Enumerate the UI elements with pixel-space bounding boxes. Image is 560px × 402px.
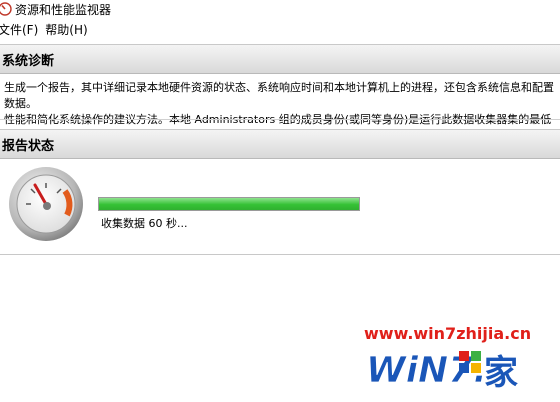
progress-status-text: 收集数据 60 秒... <box>101 217 188 230</box>
svg-text:家: 家 <box>484 353 518 390</box>
menu-file[interactable]: 文件(F) <box>0 21 45 38</box>
progress-bar <box>98 197 360 211</box>
report-status-header[interactable]: 报告状态 <box>0 129 560 159</box>
title-bar: 资源和性能监视器 <box>0 0 560 18</box>
watermark: www.win7zhijia.cn WiN7. 家 <box>364 324 544 394</box>
report-status-header-label: 报告状态 <box>2 138 55 154</box>
resource-monitor-icon <box>0 2 12 16</box>
menu-bar: 文件(F) 帮助(H) <box>0 19 560 39</box>
diagnostics-header[interactable]: 系统诊断 <box>0 44 560 74</box>
divider <box>0 254 560 255</box>
divider <box>0 119 560 120</box>
gauge-icon <box>9 167 83 241</box>
menu-help[interactable]: 帮助(H) <box>45 21 94 38</box>
diagnostics-header-label: 系统诊断 <box>2 53 55 69</box>
window-title: 资源和性能监视器 <box>15 2 112 17</box>
progress-bar-fill <box>99 198 359 210</box>
description-line-1: 生成一个报告，其中详细记录本地硬件资源的状态、系统响应时间和本地计算机上的进程，… <box>4 81 554 110</box>
watermark-url: www.win7zhijia.cn <box>364 324 532 343</box>
watermark-logo: WiN7. 家 <box>366 350 518 390</box>
